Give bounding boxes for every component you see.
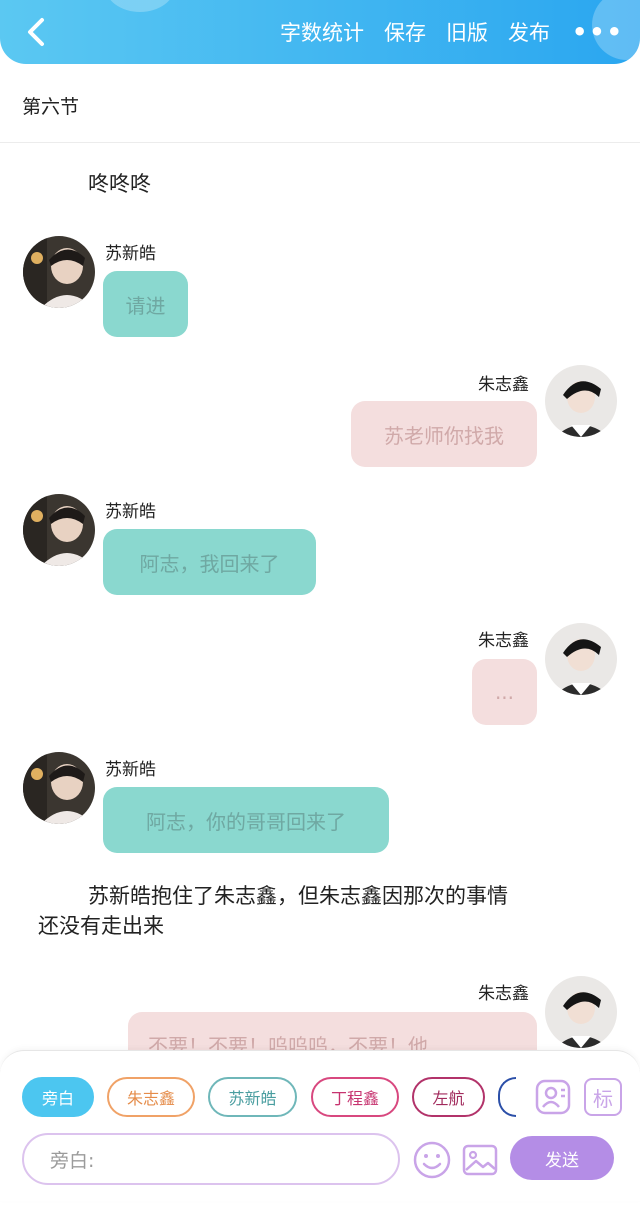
avatar-su-xinhao[interactable]: [23, 236, 95, 308]
avatar-su-xinhao[interactable]: [23, 494, 95, 566]
speaker-name: 朱志鑫: [478, 375, 529, 395]
avatar-zhu-zhixin[interactable]: [545, 623, 617, 695]
publish-button[interactable]: 发布: [508, 17, 550, 47]
speaker-name: 苏新皓: [105, 244, 156, 264]
speaker-name: 朱志鑫: [478, 631, 529, 651]
top-bar: 字数统计 保存 旧版 发布 •••: [0, 0, 640, 64]
speaker-name: 朱志鑫: [478, 984, 529, 1004]
avatar-zhu-zhixin[interactable]: [545, 365, 617, 437]
avatar-zhu-zhixin[interactable]: [545, 976, 617, 1048]
message-bubble[interactable]: 阿志，我回来了: [103, 529, 316, 595]
emoji-icon[interactable]: [412, 1140, 452, 1180]
message-bubble[interactable]: 阿志，你的哥哥回来了: [103, 787, 389, 853]
narration-text[interactable]: 苏新皓抱住了朱志鑫，但朱志鑫因那次的事情: [88, 880, 508, 912]
back-arrow-icon[interactable]: [20, 14, 56, 50]
decor-circle: [105, 0, 175, 12]
section-title[interactable]: 第六节: [22, 92, 79, 119]
word-count-button[interactable]: 字数统计: [280, 17, 364, 47]
role-chip-zuo-hang[interactable]: 左航: [412, 1077, 485, 1117]
narration-text[interactable]: 还没有走出来: [38, 910, 164, 942]
speaker-name: 苏新皓: [105, 760, 156, 780]
avatar-su-xinhao[interactable]: [23, 752, 95, 824]
save-button[interactable]: 保存: [384, 17, 426, 47]
input-placeholder: 旁白:: [50, 1149, 95, 1172]
role-chip-su-xinhao[interactable]: 苏新皓: [208, 1077, 297, 1117]
header-actions: 字数统计 保存 旧版 发布 •••: [260, 0, 624, 64]
image-icon[interactable]: [462, 1142, 498, 1178]
speaker-name: 苏新皓: [105, 502, 156, 522]
message-bubble[interactable]: 苏老师你找我: [351, 401, 537, 467]
send-button[interactable]: 发送: [510, 1136, 614, 1180]
role-chip-zhu-zhixin[interactable]: 朱志鑫: [107, 1077, 195, 1117]
old-version-button[interactable]: 旧版: [446, 17, 488, 47]
more-icon[interactable]: •••: [572, 18, 624, 46]
role-chip-narration[interactable]: 旁白: [22, 1077, 94, 1117]
message-bubble[interactable]: 请进: [103, 271, 188, 337]
message-bubble[interactable]: ...: [472, 659, 537, 725]
divider: [0, 142, 640, 143]
narration-text[interactable]: 咚咚咚: [88, 168, 151, 200]
character-card-icon[interactable]: [534, 1078, 572, 1116]
tag-icon[interactable]: 标: [584, 1078, 622, 1116]
message-input[interactable]: 旁白:: [22, 1133, 400, 1185]
role-chip-ding-chengxin[interactable]: 丁程鑫: [311, 1077, 399, 1117]
